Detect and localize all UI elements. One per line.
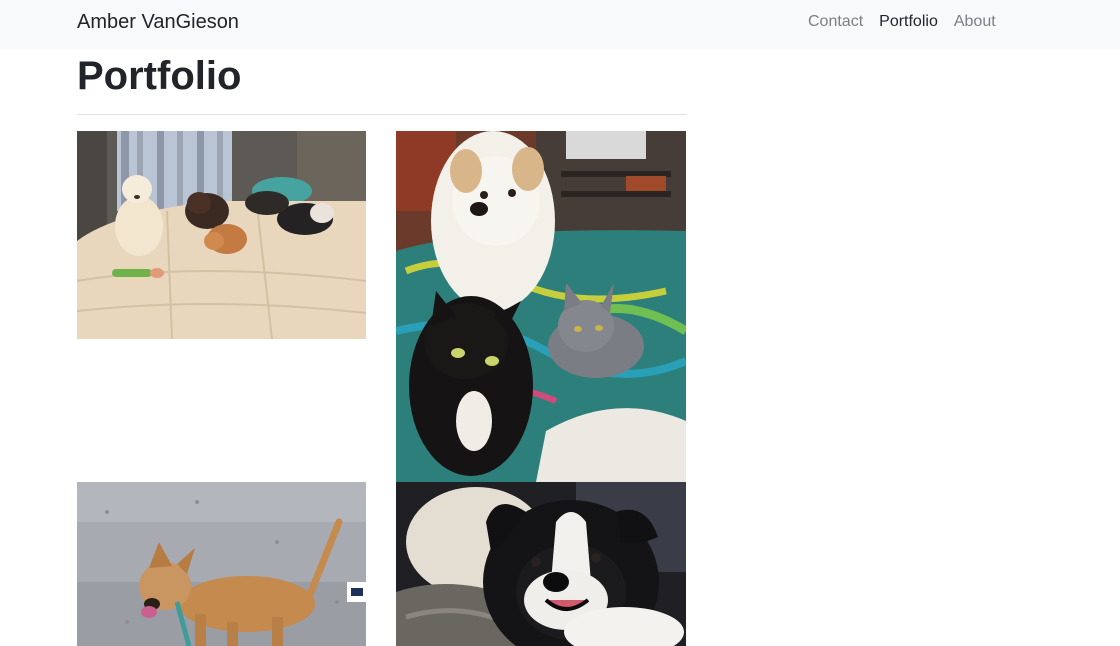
photo-dogs-on-bed-image <box>77 131 366 339</box>
portfolio-photo-border-collie[interactable] <box>396 482 686 646</box>
photo-border-collie-image <box>396 482 686 646</box>
title-divider <box>77 114 686 115</box>
portfolio-photo-dog-on-pavement[interactable] <box>77 482 366 646</box>
nav-link-about[interactable]: About <box>954 13 996 31</box>
nav-link-portfolio[interactable]: Portfolio <box>879 13 938 31</box>
portfolio-photo-dogs-on-bed[interactable] <box>77 131 366 339</box>
nav-links: Contact Portfolio About <box>808 13 1012 31</box>
photo-dog-on-pavement-image <box>77 482 366 646</box>
navbar: Amber VanGieson Contact Portfolio About <box>0 0 1120 49</box>
portfolio-photo-dog-and-cats[interactable] <box>396 131 686 482</box>
page-title: Portfolio <box>77 54 242 98</box>
nav-link-contact[interactable]: Contact <box>808 13 863 31</box>
brand-link[interactable]: Amber VanGieson <box>77 11 239 34</box>
photo-dog-and-cats-image <box>396 131 686 482</box>
